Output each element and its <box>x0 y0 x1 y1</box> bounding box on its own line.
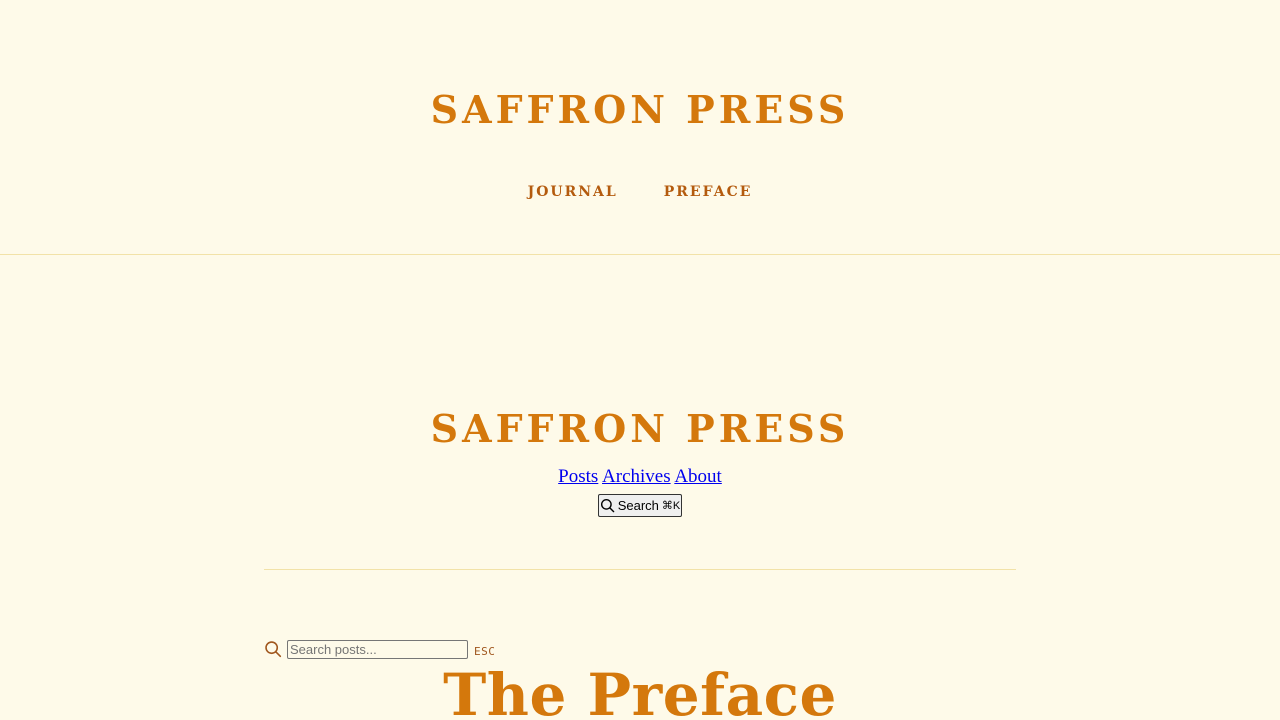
nav-link-posts[interactable]: Posts <box>558 466 598 487</box>
esc-hint[interactable]: ESC <box>474 645 495 658</box>
site-title[interactable]: SAFFRON PRESS <box>0 91 1280 129</box>
embedded-nav: Posts Archives About <box>0 466 1280 488</box>
nav-link-about[interactable]: About <box>674 466 722 487</box>
search-icon <box>264 640 282 658</box>
nav-item-journal[interactable]: JOURNAL <box>528 183 618 201</box>
search-icon <box>600 498 615 513</box>
primary-nav: JOURNAL PREFACE <box>0 183 1280 201</box>
search-bar: ESC <box>264 637 495 661</box>
site-header: SAFFRON PRESS JOURNAL PREFACE <box>0 0 1280 255</box>
search-button-wrap: Search ⌘K <box>0 494 1280 517</box>
search-shortcut: ⌘K <box>661 500 681 512</box>
divider <box>264 569 1016 570</box>
page-title: The Preface <box>443 661 837 720</box>
nav-item-preface[interactable]: PREFACE <box>664 183 753 201</box>
search-button[interactable]: Search ⌘K <box>597 494 683 517</box>
embedded-site-title[interactable]: SAFFRON PRESS <box>0 410 1280 448</box>
nav-link-archives[interactable]: Archives <box>602 466 671 487</box>
search-input[interactable] <box>287 640 468 659</box>
search-button-label: Search <box>617 498 659 513</box>
